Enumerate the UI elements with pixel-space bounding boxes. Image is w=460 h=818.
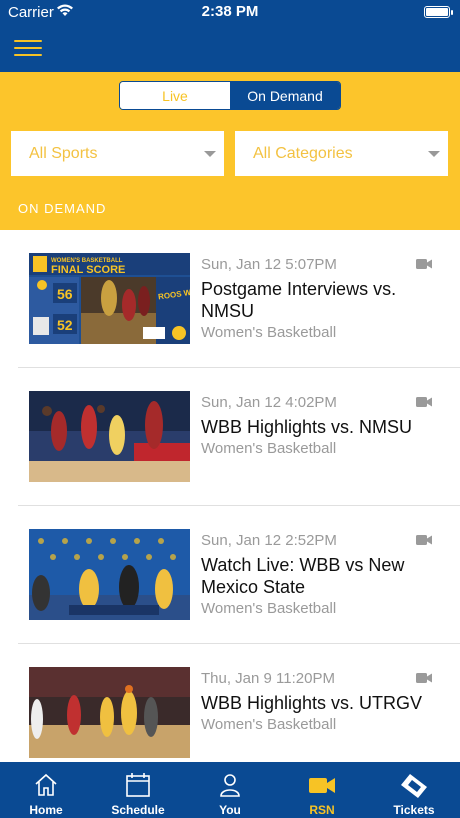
home-icon: [35, 773, 57, 796]
tab-label: RSN: [309, 803, 335, 817]
item-date: Sun, Jan 12 5:07PM: [201, 256, 337, 273]
tab-label: Home: [29, 803, 63, 817]
item-date: Sun, Jan 12 4:02PM: [201, 394, 337, 411]
chevron-down-icon: [428, 151, 440, 157]
tab-bar: Home Schedule You RSN Tickets: [0, 762, 460, 818]
tab-home[interactable]: Home: [0, 762, 92, 818]
item-sport: Women's Basketball: [201, 324, 337, 341]
person-icon: [220, 774, 240, 797]
categories-dropdown[interactable]: All Categories: [235, 131, 448, 176]
list-item[interactable]: Sun, Jan 12 2:52PM Watch Live: WBB vs Ne…: [18, 506, 460, 644]
item-sport: Women's Basketball: [201, 716, 337, 733]
filter-panel: Live On Demand All Sports All Categories…: [0, 72, 460, 230]
video-camera-icon: [309, 778, 335, 793]
menu-hamburger-icon[interactable]: [14, 40, 42, 56]
video-list: WOMEN'S BASKETBALL FINAL SCORE 56 52 ROO…: [0, 230, 460, 762]
video-thumbnail: [29, 529, 190, 620]
tab-you[interactable]: You: [184, 762, 276, 818]
item-title: Postgame Interviews vs. NMSU: [201, 279, 397, 321]
video-camera-icon: [416, 535, 432, 545]
item-sport: Women's Basketball: [201, 440, 337, 457]
sports-dropdown-label: All Sports: [29, 144, 98, 162]
thumb-score-top: 56: [57, 286, 73, 302]
sports-dropdown[interactable]: All Sports: [11, 131, 224, 176]
item-title: WBB Highlights vs. UTRGV: [201, 693, 423, 713]
item-sport: Women's Basketball: [201, 600, 337, 617]
top-bar: Carrier 2:38 PM: [0, 0, 460, 72]
item-date: Thu, Jan 9 11:20PM: [201, 670, 335, 687]
tab-schedule[interactable]: Schedule: [92, 762, 184, 818]
item-title: Watch Live: WBB vs New Mexico State: [201, 555, 405, 597]
list-item[interactable]: Thu, Jan 9 11:20PM WBB Highlights vs. UT…: [18, 644, 460, 762]
video-camera-icon: [416, 259, 432, 269]
video-thumbnail: [29, 667, 190, 758]
tab-rsn[interactable]: RSN: [276, 762, 368, 818]
video-thumbnail: [29, 391, 190, 482]
tab-label: You: [219, 803, 241, 817]
calendar-icon: [126, 773, 150, 797]
chevron-down-icon: [204, 151, 216, 157]
tab-label: Schedule: [111, 803, 165, 817]
tab-label: Tickets: [393, 803, 435, 817]
item-title: WBB Highlights vs. NMSU: [201, 417, 413, 437]
segment-live[interactable]: Live: [120, 82, 230, 109]
thumb-heading-text: FINAL SCORE: [51, 264, 125, 276]
video-camera-icon: [416, 397, 432, 407]
segment-on-demand[interactable]: On Demand: [230, 82, 340, 109]
list-item[interactable]: Sun, Jan 12 4:02PM WBB Highlights vs. NM…: [18, 368, 460, 506]
categories-dropdown-label: All Categories: [253, 144, 353, 162]
item-date: Sun, Jan 12 2:52PM: [201, 532, 337, 549]
list-item[interactable]: WOMEN'S BASKETBALL FINAL SCORE 56 52 ROO…: [18, 230, 460, 368]
section-heading: ON DEMAND: [18, 201, 107, 216]
video-camera-icon: [416, 673, 432, 683]
video-thumbnail: WOMEN'S BASKETBALL FINAL SCORE 56 52 ROO…: [29, 253, 190, 344]
status-bar: Carrier 2:38 PM: [0, 0, 460, 24]
ticket-icon: [401, 774, 427, 798]
thumb-score-bottom: 52: [57, 317, 73, 333]
live-ondemand-segmented-control: Live On Demand: [119, 81, 341, 110]
battery-icon: [424, 6, 453, 18]
clock: 2:38 PM: [201, 3, 259, 20]
tab-tickets[interactable]: Tickets: [368, 762, 460, 818]
